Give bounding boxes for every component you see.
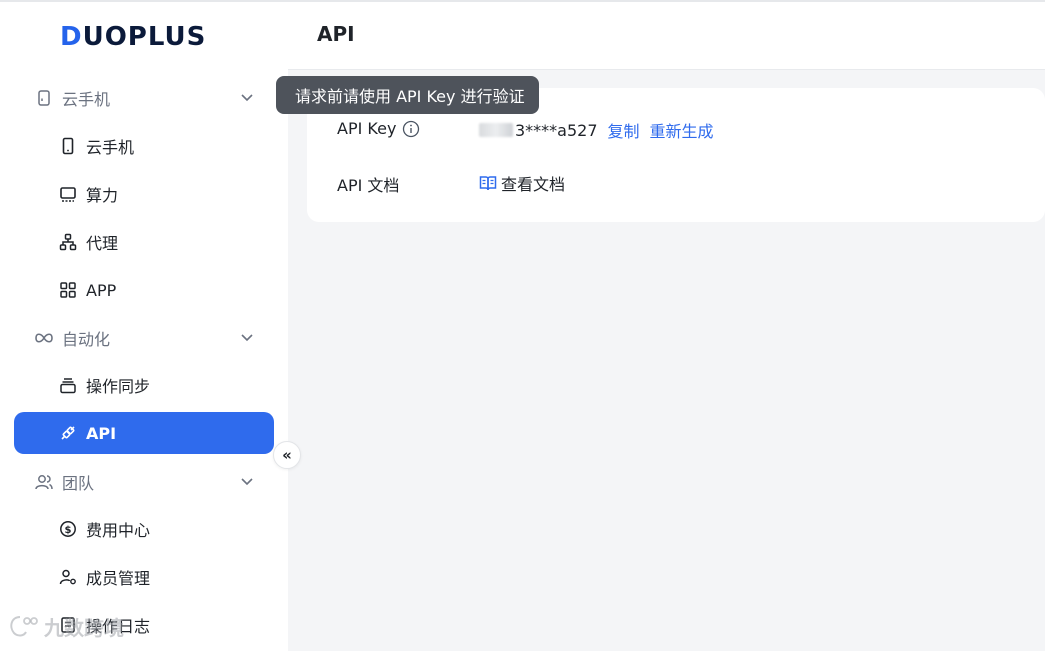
chevron-down-icon <box>241 334 253 342</box>
api-key-tooltip: 请求前请使用 API Key 进行验证 <box>276 76 539 114</box>
sidebar-item-sync[interactable]: 操作同步 <box>14 364 274 406</box>
sidebar-item-proxy[interactable]: 代理 <box>14 221 274 263</box>
network-icon <box>58 232 78 252</box>
chevron-down-icon <box>241 94 253 102</box>
nav-group-team[interactable]: 团队 <box>14 460 274 504</box>
api-doc-row-label: API 文档 <box>337 172 399 196</box>
sidebar-item-label: 成员管理 <box>86 569 151 588</box>
sidebar-item-api[interactable]: API <box>14 412 274 454</box>
sync-stack-icon <box>58 375 78 395</box>
chevron-down-icon <box>241 478 253 486</box>
sidebar-item-label: 算力 <box>86 186 119 205</box>
regenerate-key-link[interactable]: 重新生成 <box>650 118 714 142</box>
nav-group-label: 云手机 <box>62 90 111 109</box>
page-header: API <box>288 2 1045 70</box>
watermark-logo-icon <box>10 615 38 636</box>
svg-text:$: $ <box>65 525 72 536</box>
api-key-label: API Key <box>337 119 397 138</box>
sidebar-item-label: 代理 <box>86 234 119 253</box>
infinity-icon <box>34 328 54 348</box>
api-doc-label: API 文档 <box>337 176 400 195</box>
sidebar-item-label: 云手机 <box>86 138 135 157</box>
page-title: API <box>317 22 355 46</box>
api-key-value: 3****a527 复制 重新生成 <box>479 118 714 142</box>
watermark: 九数跨境 <box>6 612 124 641</box>
sidebar-item-app[interactable]: APP <box>14 269 274 311</box>
view-docs-link[interactable]: 查看文档 <box>479 171 565 195</box>
sidebar-item-cloud-phone[interactable]: 云手机 <box>14 125 274 167</box>
apps-grid-icon <box>58 280 78 300</box>
watermark-text: 九数跨境 <box>44 616 124 640</box>
sidebar-item-members[interactable]: 成员管理 <box>14 556 274 598</box>
info-icon[interactable] <box>402 120 420 138</box>
nav-group-label: 自动化 <box>62 330 111 349</box>
view-docs-text: 查看文档 <box>501 175 566 194</box>
nav-group-cloud-phone[interactable]: 云手机 <box>14 76 274 120</box>
users-icon <box>34 472 54 492</box>
book-icon <box>479 176 497 191</box>
user-gear-icon <box>58 567 78 587</box>
sidebar-item-label: 费用中心 <box>86 521 151 540</box>
api-key-text: 3****a527 <box>515 120 598 140</box>
api-key-redacted <box>479 123 513 137</box>
nav-group-label: 团队 <box>62 474 95 493</box>
sidebar-item-label: APP <box>86 280 117 300</box>
tooltip-text: 请求前请使用 API Key 进行验证 <box>295 87 525 106</box>
sidebar-item-label: API <box>86 423 117 443</box>
collapse-sidebar-button[interactable]: « <box>273 441 301 469</box>
phone-icon <box>58 136 78 156</box>
plug-icon <box>58 423 78 443</box>
sidebar-item-compute[interactable]: 算力 <box>14 173 274 215</box>
phone-outline-icon <box>34 88 54 108</box>
logo-letter-d: D <box>60 22 83 52</box>
api-key-row-label: API Key <box>337 119 420 138</box>
logo-text: UOPLUS <box>82 22 207 52</box>
copy-key-link[interactable]: 复制 <box>608 118 640 142</box>
double-chevron-left-icon: « <box>282 446 292 464</box>
sidebar: D UOPLUS 云手机 云手机 算力 代理 APP 自动化 操作同步 API … <box>0 2 288 651</box>
nav-group-automation[interactable]: 自动化 <box>14 316 274 360</box>
duoplus-logo[interactable]: D UOPLUS <box>60 22 206 52</box>
sidebar-item-billing[interactable]: $ 费用中心 <box>14 508 274 550</box>
monitor-icon <box>58 184 78 204</box>
dollar-circle-icon: $ <box>58 519 78 539</box>
sidebar-item-label: 操作同步 <box>86 377 151 396</box>
